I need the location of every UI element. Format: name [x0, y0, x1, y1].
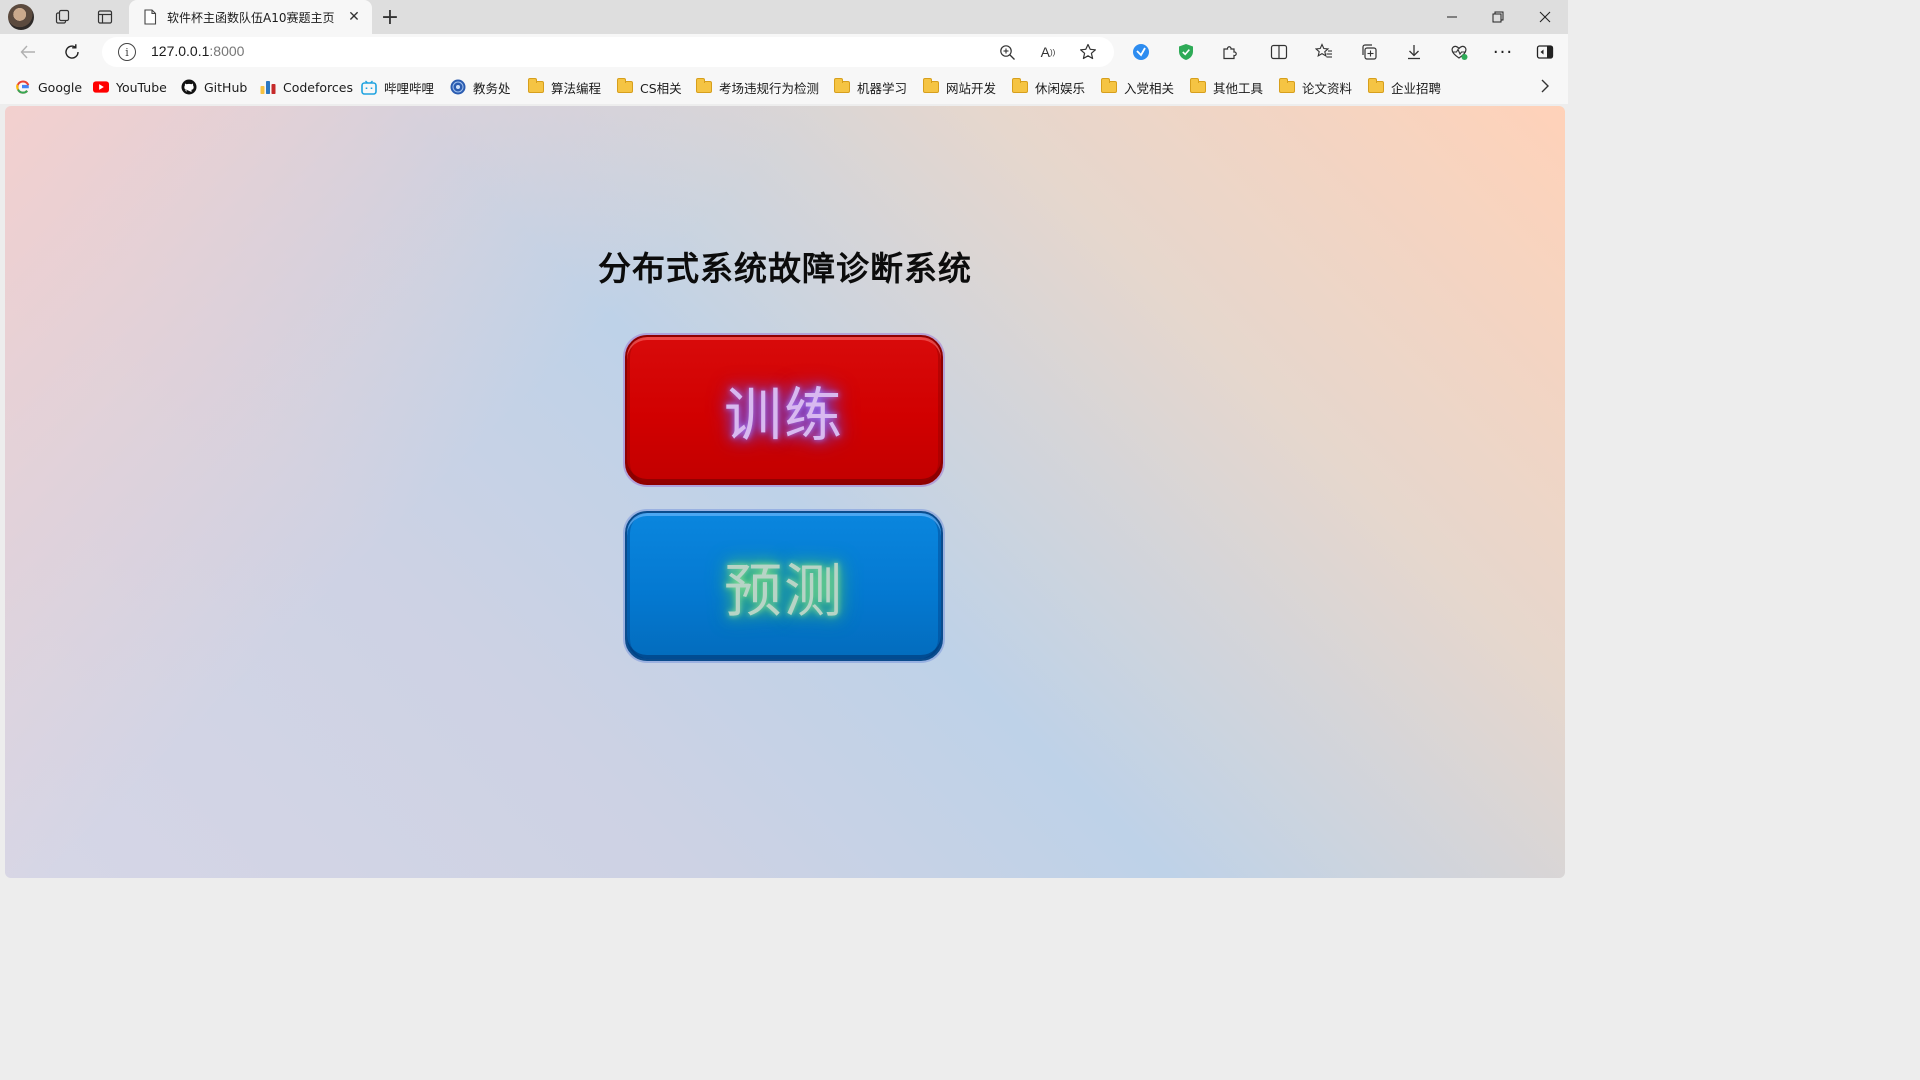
tab-close-icon[interactable]: ✕	[344, 7, 364, 27]
bookmark-codeforces[interactable]: Codeforces	[260, 77, 353, 97]
codeforces-icon	[260, 79, 276, 95]
youtube-icon	[93, 79, 109, 95]
favorites-icon[interactable]	[1310, 39, 1338, 65]
folder-icon	[834, 78, 850, 95]
bookmark-folder-ml[interactable]: 机器学习	[834, 77, 907, 97]
page-icon	[141, 8, 159, 26]
bookmark-folder-tools[interactable]: 其他工具	[1190, 77, 1263, 97]
window-bottom-edge	[0, 878, 1568, 882]
bookmark-folder-exam-detection[interactable]: 考场违规行为检测	[696, 77, 819, 97]
extension-shield-blue-icon[interactable]	[1127, 39, 1155, 65]
split-screen-icon[interactable]	[1265, 39, 1293, 65]
download-icon[interactable]	[1400, 39, 1428, 65]
site-info-icon[interactable]: i	[118, 43, 136, 61]
github-icon	[181, 79, 197, 95]
close-window-button[interactable]	[1522, 0, 1568, 34]
bookmark-bilibili[interactable]: 哔哩哔哩	[361, 77, 434, 97]
zoom-icon[interactable]	[995, 41, 1019, 63]
school-icon	[450, 79, 466, 95]
refresh-button[interactable]	[58, 38, 86, 66]
bilibili-icon	[361, 79, 377, 95]
extension-shield-green-icon[interactable]	[1172, 39, 1200, 65]
bookmark-jiaowuchu[interactable]: 教务处	[450, 77, 511, 97]
bookmark-google[interactable]: Google	[15, 77, 82, 97]
bookmark-youtube[interactable]: YouTube	[93, 77, 167, 97]
train-button[interactable]: 训练	[625, 335, 943, 485]
title-bar: 软件杯主函数队伍A10赛题主页 ✕ +	[0, 0, 1568, 34]
google-icon	[15, 79, 31, 95]
folder-icon	[1368, 78, 1384, 95]
bookmark-folder-papers[interactable]: 论文资料	[1279, 77, 1352, 97]
page-title: 分布式系统故障诊断系统	[598, 249, 972, 288]
predict-button[interactable]: 预测	[625, 511, 943, 661]
bookmark-folder-leisure[interactable]: 休闲娱乐	[1012, 77, 1085, 97]
folder-icon	[1101, 78, 1117, 95]
folder-icon	[617, 78, 633, 95]
avatar-icon[interactable]	[8, 4, 34, 30]
folder-icon	[528, 78, 544, 95]
train-button-label: 训练	[723, 381, 844, 449]
folder-icon	[1190, 78, 1206, 95]
restore-button[interactable]	[1475, 0, 1521, 34]
performance-icon[interactable]	[1445, 39, 1473, 65]
bookmark-folder-party[interactable]: 入党相关	[1101, 77, 1174, 97]
bookmark-folder-web-dev[interactable]: 网站开发	[923, 77, 996, 97]
folder-icon	[923, 78, 939, 95]
read-aloud-icon[interactable]: A))	[1036, 41, 1060, 63]
more-icon[interactable]: ···	[1489, 39, 1517, 65]
bookmarks-bar: Google YouTube GitHub Codeforces 哔哩哔哩 教务…	[0, 70, 1568, 104]
bookmark-folder-jobs[interactable]: 企业招聘	[1368, 77, 1441, 97]
bookmark-folder-algorithms[interactable]: 算法编程	[528, 77, 601, 97]
new-tab-button[interactable]: +	[377, 4, 403, 30]
active-tab[interactable]: 软件杯主函数队伍A10赛题主页 ✕	[129, 0, 372, 34]
folder-icon	[1012, 78, 1028, 95]
folder-icon	[696, 78, 712, 95]
star-icon[interactable]	[1076, 41, 1100, 63]
chevron-right-icon[interactable]	[1540, 78, 1550, 97]
collections-icon[interactable]	[1355, 39, 1383, 65]
page-content: 分布式系统故障诊断系统 训练 预测	[5, 106, 1565, 878]
minimize-button[interactable]	[1429, 0, 1475, 34]
sidebar-icon[interactable]	[1531, 39, 1559, 65]
tab-title: 软件杯主函数队伍A10赛题主页	[167, 10, 335, 25]
vertical-tabs-icon[interactable]	[91, 4, 119, 30]
bookmark-github[interactable]: GitHub	[181, 77, 247, 97]
url-text[interactable]: 127.0.0.1:8000	[151, 43, 244, 59]
workspaces-icon[interactable]	[49, 4, 77, 30]
bookmark-folder-cs[interactable]: CS相关	[617, 77, 682, 97]
predict-button-label: 预测	[723, 557, 844, 625]
navigation-toolbar: i 127.0.0.1:8000 A)) ···	[0, 34, 1568, 70]
address-bar[interactable]: i 127.0.0.1:8000 A))	[102, 37, 1114, 67]
back-button[interactable]	[14, 38, 42, 66]
puzzle-icon[interactable]	[1216, 39, 1244, 65]
folder-icon	[1279, 78, 1295, 95]
